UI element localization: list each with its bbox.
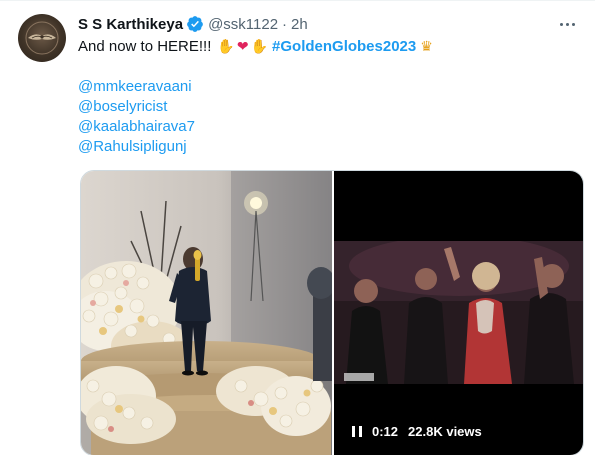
header-separator: · [282,15,288,33]
tweet-text: And now to HERE!!! ✋ ❤ ✋ #GoldenGlobes20… [78,37,434,57]
photo-image [81,171,332,455]
author-handle[interactable]: @ssk1122 [208,16,278,33]
pause-icon[interactable] [352,426,362,437]
mention-link[interactable]: @mmkeeravaani [78,77,195,97]
video-image [334,241,583,384]
video-time: 0:12 [372,424,399,439]
mention-link[interactable]: @kaalabhairava7 [78,117,195,137]
video-views: 22.8K views [408,424,482,439]
video-player[interactable]: 0:12 22.8K views [334,171,583,455]
video-frame [334,241,583,384]
video-controls: 0:12 22.8K views [352,424,482,439]
raised-hand-emoji: ✋ [250,39,269,55]
avatar-emblem-icon [25,21,59,55]
tweet[interactable]: S S Karthikeya @ssk1122 · 2h And now to … [0,0,595,455]
verified-badge-icon [187,16,203,32]
avatar[interactable] [18,14,66,62]
media-grid: 0:12 22.8K views [80,170,584,455]
photo[interactable] [81,171,332,455]
tweet-timestamp[interactable]: 2h [291,16,308,33]
mention-list: @mmkeeravaani @boselyricist @kaalabhaira… [78,77,195,157]
hashtag-link[interactable]: #GoldenGlobes2023 [272,37,416,57]
heart-emoji: ❤ [236,39,249,55]
author-name[interactable]: S S Karthikeya [78,16,183,33]
mention-link[interactable]: @Rahulsipligunj [78,137,195,157]
mention-link[interactable]: @boselyricist [78,97,195,117]
more-options-icon[interactable] [557,15,577,33]
tweet-header: S S Karthikeya @ssk1122 · 2h [78,14,308,34]
tweet-body: And now to HERE!!! [78,38,212,55]
trophy-emoji: ♛ [420,39,433,55]
raised-hand-emoji: ✋ [217,39,235,55]
